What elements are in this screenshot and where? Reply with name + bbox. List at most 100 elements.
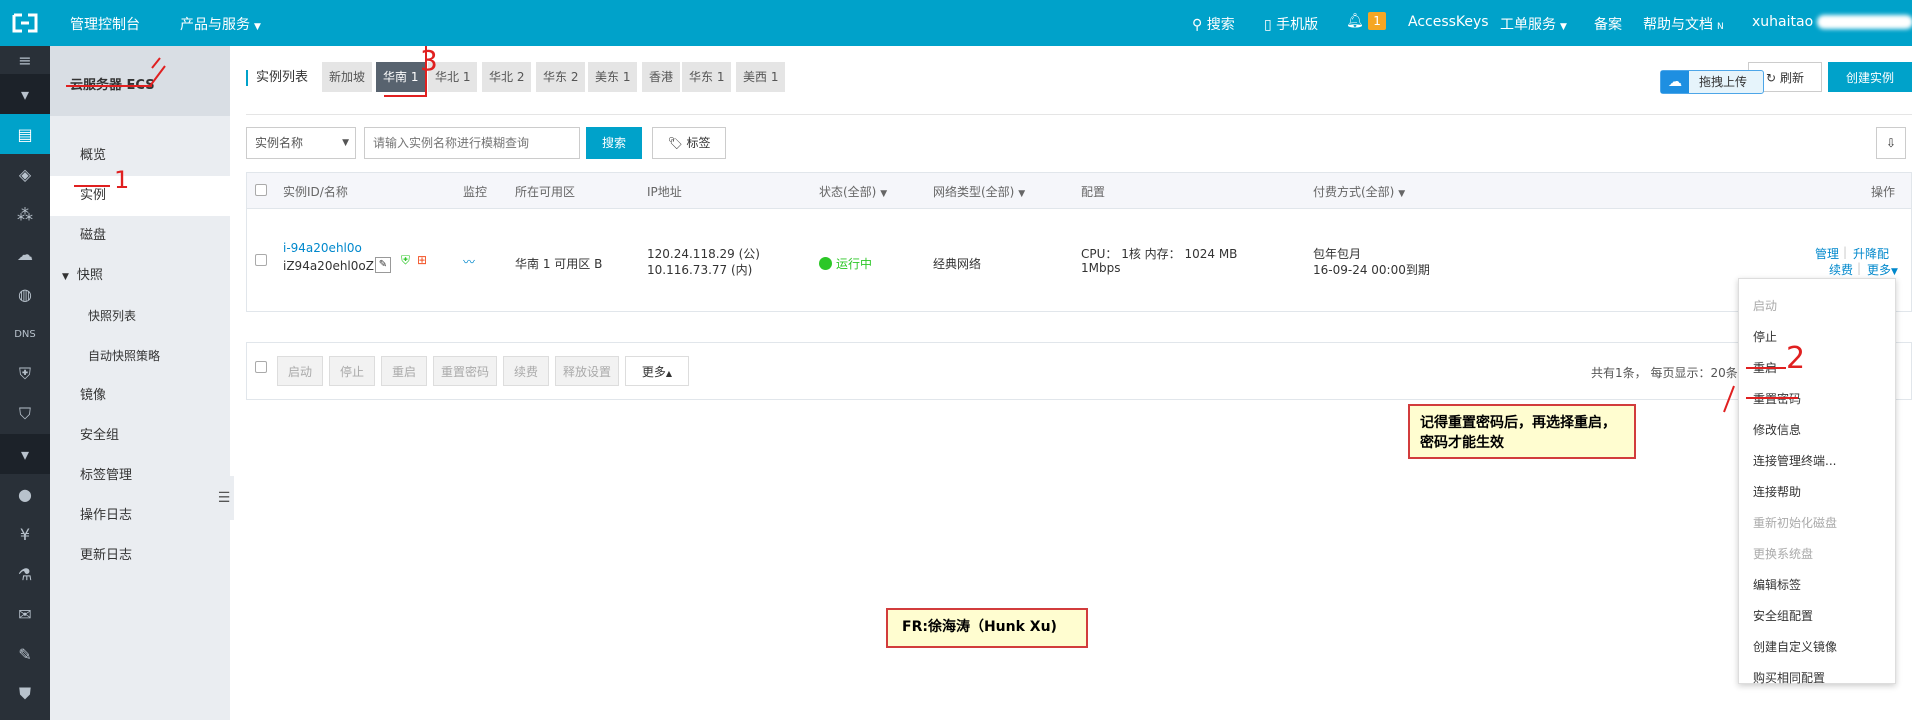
instance-search-input[interactable] bbox=[364, 127, 580, 159]
sidebar-item-snapshot-list[interactable]: 快照列表 bbox=[50, 296, 230, 336]
separator: | bbox=[1843, 245, 1848, 259]
menu-item-restart[interactable]: 重启 bbox=[1753, 359, 1777, 376]
sidebar-item-images[interactable]: 镜像 bbox=[50, 376, 230, 416]
menu-item-edit-info[interactable]: 修改信息 bbox=[1753, 421, 1801, 438]
tab-region-north1[interactable]: 华北 1 bbox=[428, 62, 478, 92]
flask-icon[interactable]: ⚗ bbox=[0, 554, 50, 594]
menu-item-vnc[interactable]: 连接管理终端... bbox=[1753, 452, 1836, 469]
tab-region-east2[interactable]: 华东 2 bbox=[536, 62, 586, 92]
menu-item-reinit-disk[interactable]: 重新初始化磁盘 bbox=[1753, 514, 1837, 531]
instance-id-link[interactable]: i-94a20ehl0o bbox=[283, 241, 362, 255]
sidebar-item-tags[interactable]: 标签管理 bbox=[50, 456, 230, 496]
beian-link[interactable]: 备案 bbox=[1594, 14, 1622, 34]
divider bbox=[246, 114, 1912, 115]
bulk-renew-button[interactable]: 续费 bbox=[503, 356, 549, 386]
menu-item-stop[interactable]: 停止 bbox=[1753, 328, 1777, 345]
pencil-icon[interactable]: ✎ bbox=[0, 634, 50, 674]
monitor-chart-icon[interactable]: 〰 bbox=[463, 253, 475, 270]
cloud-upload-icon: ☁ bbox=[1661, 71, 1689, 93]
bulk-more-button[interactable]: 更多▲ bbox=[625, 356, 689, 386]
col-pay-filter[interactable]: 付费方式(全部) ▼ bbox=[1313, 183, 1405, 200]
mobile-link[interactable]: ▯ 手机版 bbox=[1264, 14, 1318, 34]
upgrade-link[interactable]: 升降配 bbox=[1853, 245, 1889, 262]
products-menu[interactable]: 产品与服务 ▼ bbox=[180, 14, 261, 34]
badge-icon[interactable]: ⛊ bbox=[0, 674, 50, 714]
sidebar-item-overview[interactable]: 概览 bbox=[50, 136, 230, 176]
row-checkbox[interactable] bbox=[255, 254, 267, 266]
search-link[interactable]: ⚲ 搜索 bbox=[1192, 14, 1235, 34]
security-shield-icon: ⛨ bbox=[401, 253, 411, 267]
user-menu[interactable]: xuhaitao bbox=[1752, 14, 1912, 30]
tab-region-north2[interactable]: 华北 2 bbox=[482, 62, 532, 92]
tab-region-hongkong[interactable]: 香港 bbox=[642, 62, 681, 92]
more-ops-link[interactable]: 更多▼ bbox=[1867, 261, 1898, 278]
menu-item-change-os[interactable]: 更换系统盘 bbox=[1753, 545, 1813, 562]
tag-filter-button[interactable]: 🏷︎ 标签 bbox=[652, 127, 726, 159]
menu-item-connect-help[interactable]: 连接帮助 bbox=[1753, 483, 1801, 500]
collapse-arrow-icon[interactable]: ▾ bbox=[0, 74, 50, 114]
tab-region-east1[interactable]: 华东 1 bbox=[682, 62, 732, 92]
drag-upload-widget[interactable]: ☁ 拖拽上传 bbox=[1660, 70, 1764, 94]
create-instance-button[interactable]: 创建实例 bbox=[1828, 62, 1912, 92]
dns-icon[interactable]: DNS bbox=[0, 314, 50, 354]
ecs-sidebar: 云服务器 ECS 概览 实例 磁盘 ▼ 快照 快照列表 自动快照策略 镜像 安全组… bbox=[50, 46, 230, 720]
yen-icon[interactable]: ¥ bbox=[0, 514, 50, 554]
col-config: 配置 bbox=[1081, 185, 1106, 199]
new-icon: N bbox=[1717, 22, 1724, 32]
tickets-menu[interactable]: 工单服务 ▼ bbox=[1500, 14, 1567, 34]
help-menu[interactable]: 帮助与文档 N bbox=[1643, 14, 1724, 34]
bulk-start-button[interactable]: 启动 bbox=[277, 356, 323, 386]
tab-region-south1[interactable]: 华南 1 bbox=[376, 62, 426, 92]
tab-region-singapore[interactable]: 新加坡 bbox=[322, 62, 373, 92]
tab-region-uswest1[interactable]: 美西 1 bbox=[736, 62, 786, 92]
search-button[interactable]: 搜索 bbox=[586, 127, 642, 159]
edit-pencil-icon[interactable]: ✎ bbox=[375, 257, 391, 273]
menu-item-buy-same[interactable]: 购买相同配置 bbox=[1753, 669, 1825, 686]
sidebar-item-instances[interactable]: 实例 bbox=[50, 176, 230, 216]
menu-item-reset-password[interactable]: 重置密码 bbox=[1753, 390, 1801, 407]
sidebar-item-snapshots[interactable]: ▼ 快照 bbox=[50, 256, 230, 296]
bulk-reset-password-button[interactable]: 重置密码 bbox=[433, 356, 497, 386]
menu-item-edit-tags[interactable]: 编辑标签 bbox=[1753, 576, 1801, 593]
manage-link[interactable]: 管理 bbox=[1815, 245, 1839, 262]
pagination-summary: 共有1条， 每页显示：20条 bbox=[1591, 366, 1738, 380]
sidebar-item-op-log[interactable]: 操作日志 bbox=[50, 496, 230, 536]
cloud-icon[interactable]: ☁ bbox=[0, 234, 50, 274]
col-network-filter[interactable]: 网络类型(全部) ▼ bbox=[933, 183, 1025, 200]
sidebar-item-disks[interactable]: 磁盘 bbox=[50, 216, 230, 256]
shield-icon[interactable]: ⛨ bbox=[0, 354, 50, 394]
collapse-arrow-icon[interactable]: ▾ bbox=[0, 434, 50, 474]
database-icon[interactable]: ◈ bbox=[0, 154, 50, 194]
globe-icon[interactable]: ◍ bbox=[0, 274, 50, 314]
sidebar-header: 云服务器 ECS bbox=[50, 46, 230, 116]
bulk-select-checkbox[interactable] bbox=[255, 361, 267, 373]
menu-item-security-group[interactable]: 安全组配置 bbox=[1753, 607, 1813, 624]
user-icon[interactable]: ● bbox=[0, 474, 50, 514]
renew-link[interactable]: 续费 bbox=[1829, 261, 1853, 278]
menu-icon[interactable]: ≡ bbox=[0, 46, 50, 74]
aliyun-logo-icon[interactable] bbox=[10, 11, 40, 35]
filter-field-select[interactable]: 实例名称 ▼ bbox=[246, 127, 356, 159]
shield-check-icon[interactable]: ⛉ bbox=[0, 394, 50, 434]
console-link[interactable]: 管理控制台 bbox=[70, 14, 140, 34]
ecs-server-icon[interactable]: ▤ bbox=[0, 114, 50, 154]
network-icon[interactable]: ⁂ bbox=[0, 194, 50, 234]
notifications[interactable]: 🔔︎ 1 bbox=[1346, 12, 1386, 30]
bulk-restart-button[interactable]: 重启 bbox=[381, 356, 427, 386]
export-icon[interactable]: ⇩ bbox=[1876, 127, 1906, 159]
sidebar-item-changelog[interactable]: 更新日志 bbox=[50, 536, 230, 576]
tab-region-useast1[interactable]: 美东 1 bbox=[588, 62, 638, 92]
select-all-checkbox[interactable] bbox=[255, 184, 267, 196]
sidebar-item-auto-snapshot[interactable]: 自动快照策略 bbox=[50, 336, 230, 376]
menu-item-start[interactable]: 启动 bbox=[1753, 297, 1777, 314]
user-name-redaction bbox=[1817, 15, 1912, 29]
drag-upload-label: 拖拽上传 bbox=[1699, 75, 1748, 89]
accesskeys-link[interactable]: AccessKeys bbox=[1408, 14, 1489, 30]
bulk-release-button[interactable]: 释放设置 bbox=[555, 356, 619, 386]
menu-item-create-image[interactable]: 创建自定义镜像 bbox=[1753, 638, 1837, 655]
col-status-filter[interactable]: 状态(全部) ▼ bbox=[819, 183, 887, 200]
sidebar-item-security-groups[interactable]: 安全组 bbox=[50, 416, 230, 456]
bulk-stop-button[interactable]: 停止 bbox=[329, 356, 375, 386]
mail-icon[interactable]: ✉ bbox=[0, 594, 50, 634]
instruction-note: 记得重置密码后，再选择重启，密码才能生效 bbox=[1408, 404, 1636, 459]
